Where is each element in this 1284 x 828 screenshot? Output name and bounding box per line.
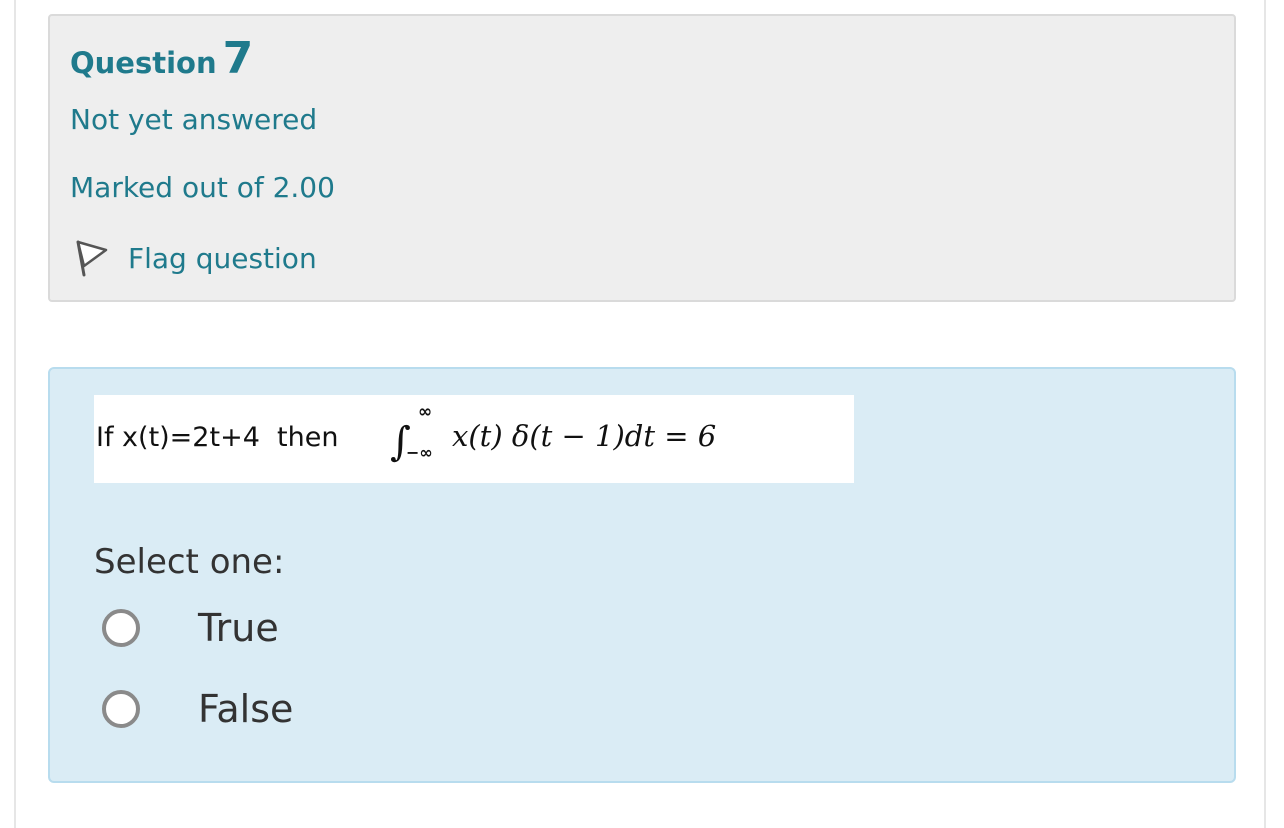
question-heading: Question 7 (70, 34, 253, 88)
question-number: 7 (222, 33, 254, 84)
question-grade: Marked out of 2.00 (70, 171, 335, 204)
question-heading-label: Question (70, 46, 217, 80)
question-content-panel: If x(t)=2t+4 then ∫ ∞ −∞ x(t) δ(t − 1)dt… (48, 367, 1236, 783)
answer-prompt: Select one: (94, 542, 285, 582)
flag-question-label[interactable]: Flag question (128, 242, 317, 275)
question-formula-image: If x(t)=2t+4 then ∫ ∞ −∞ x(t) δ(t − 1)dt… (94, 395, 854, 483)
formula-lower-limit: −∞ (406, 443, 433, 462)
flag-question-button[interactable]: Flag question (74, 236, 317, 280)
formula-integrand: x(t) δ(t − 1)dt = 6 (452, 419, 716, 453)
radio-false[interactable] (102, 690, 140, 728)
option-false[interactable]: False (102, 681, 293, 737)
formula-prefix: If x(t)=2t+4 then (96, 422, 338, 453)
radio-true[interactable] (102, 609, 140, 647)
question-state: Not yet answered (70, 103, 318, 136)
option-true-label[interactable]: True (198, 606, 279, 650)
option-false-label[interactable]: False (198, 687, 293, 731)
flag-icon[interactable] (74, 238, 110, 278)
option-true[interactable]: True (102, 600, 279, 656)
question-info-panel: Question 7 Not yet answered Marked out of… (48, 14, 1236, 302)
formula-upper-limit: ∞ (418, 402, 432, 422)
